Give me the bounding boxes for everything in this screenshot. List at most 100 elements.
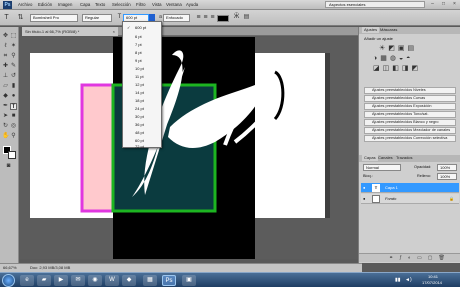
move-tool-icon[interactable]: ✥ bbox=[2, 33, 9, 40]
3d-camera-icon[interactable]: ◎ bbox=[10, 123, 17, 130]
pen-tool-icon[interactable]: ✒ bbox=[2, 103, 9, 110]
opacity-field[interactable]: 100% bbox=[437, 164, 457, 171]
preset-exposicion[interactable]: Ajustes preestablecidos Exposición bbox=[364, 103, 456, 110]
menu-edicion[interactable]: Edición bbox=[38, 2, 52, 7]
tray-network-icon[interactable]: ▮▮ bbox=[395, 277, 401, 283]
tray-volume-icon[interactable]: ◄) bbox=[405, 277, 412, 283]
menu-ventana[interactable]: Ventana bbox=[166, 2, 182, 7]
font-family-select[interactable]: Bombshell Pro bbox=[30, 14, 78, 22]
quick-mask-icon[interactable]: ◙ bbox=[5, 163, 12, 170]
3d-rotate-icon[interactable]: ↻ bbox=[2, 123, 9, 130]
adjustments-tab-bar: Ajustes Máscaras bbox=[359, 27, 460, 34]
canvas-area[interactable] bbox=[20, 37, 360, 265]
zoom-level[interactable]: 66,67% bbox=[3, 264, 17, 272]
menu-archivo[interactable]: Archivo bbox=[18, 2, 32, 7]
fill-field[interactable]: 100% bbox=[437, 173, 457, 180]
brush-tool-icon[interactable]: ✎ bbox=[10, 63, 17, 70]
lasso-tool-icon[interactable]: ℓ bbox=[2, 43, 9, 50]
workspace-switcher[interactable]: Aspectos esenciales bbox=[325, 1, 425, 8]
path-selection-icon[interactable]: ➤ bbox=[2, 113, 9, 120]
visibility-eye-icon[interactable]: ● bbox=[363, 183, 365, 193]
text-orientation-icon[interactable]: ⇅ bbox=[17, 14, 24, 21]
zoom-tool-icon[interactable]: ⚲ bbox=[10, 133, 17, 140]
clone-stamp-icon[interactable]: ⊥ bbox=[2, 73, 9, 80]
adjustment-icons-row-1[interactable]: ☀◩▣▤ bbox=[379, 44, 439, 52]
canvas[interactable] bbox=[20, 37, 360, 265]
dropdown-item[interactable]: 72 pt bbox=[123, 142, 161, 149]
crop-tool-icon[interactable]: ⌗ bbox=[2, 53, 9, 60]
gradient-tool-icon[interactable]: ▮ bbox=[10, 83, 17, 90]
tab-trazados[interactable]: Trazados bbox=[396, 155, 413, 161]
layer-row[interactable]: ● Fondo 🔒 bbox=[361, 194, 459, 204]
visibility-eye-icon[interactable]: ● bbox=[363, 194, 365, 204]
preset-mezclador[interactable]: Ajustes preestablecidos Mezclador de can… bbox=[364, 127, 456, 134]
font-style-select[interactable]: Regular bbox=[82, 14, 112, 22]
type-tool-icon[interactable]: T bbox=[3, 14, 10, 21]
app-icon[interactable]: ▣ bbox=[182, 275, 196, 286]
align-right-icon[interactable]: ≡ bbox=[209, 14, 216, 21]
document-tab[interactable]: Sin título-1 al 66,7% (RGB/8) * × bbox=[22, 27, 118, 36]
word-icon[interactable]: W bbox=[105, 275, 119, 286]
blend-mode-select[interactable]: Normal bbox=[363, 164, 401, 171]
menu-seleccion[interactable]: Selección bbox=[112, 2, 131, 7]
character-panel-icon[interactable]: ▤ bbox=[243, 14, 250, 21]
menu-vista[interactable]: Vista bbox=[152, 2, 161, 7]
type-tool-active-icon[interactable]: T bbox=[10, 103, 17, 110]
file-explorer-icon[interactable]: ▰ bbox=[37, 275, 51, 286]
adjustment-icons-row-2[interactable]: ◑▦◍◒◓ bbox=[373, 54, 448, 62]
preset-niveles[interactable]: Ajustes preestablecidos Niveles bbox=[364, 87, 456, 94]
start-button-icon[interactable] bbox=[2, 274, 15, 287]
layers-footer-icons[interactable]: ⚭ƒ◐▭▢🗑 bbox=[359, 253, 460, 262]
tab-mascaras[interactable]: Máscaras bbox=[380, 27, 397, 33]
magic-wand-icon[interactable]: ✶ bbox=[10, 43, 17, 50]
maximize-icon[interactable]: □ bbox=[438, 0, 449, 8]
preset-curvas[interactable]: Ajustes preestablecidos Curvas bbox=[364, 95, 456, 102]
close-tab-icon[interactable]: × bbox=[113, 27, 115, 36]
clock-time[interactable]: 10:41 bbox=[428, 274, 438, 279]
eraser-tool-icon[interactable]: ▱ bbox=[2, 83, 9, 90]
blur-tool-icon[interactable]: ◆ bbox=[2, 93, 9, 100]
preset-tono-sat[interactable]: Ajustes preestablecidos Tono/sat. bbox=[364, 111, 456, 118]
font-size-dropdown[interactable]: ✓ 600 pt 6 pt 7 pt 8 pt 9 pt 10 pt 11 pt … bbox=[122, 21, 162, 149]
photoshop-taskbar-icon[interactable]: Ps bbox=[162, 275, 176, 286]
layer-name: Fondo bbox=[385, 196, 397, 201]
text-color-swatch[interactable] bbox=[217, 15, 229, 22]
menu-filtro[interactable]: Filtro bbox=[136, 2, 146, 7]
align-left-icon[interactable]: ≡ bbox=[195, 14, 202, 21]
preset-blanco-negro[interactable]: Ajustes preestablecidos Blanco y negro bbox=[364, 119, 456, 126]
antialias-select[interactable]: Enfocado bbox=[163, 14, 190, 22]
minimize-icon[interactable]: – bbox=[427, 0, 438, 8]
app-icon[interactable]: ◆ bbox=[122, 275, 136, 286]
adjustments-subtitle: Añadir un ajuste bbox=[364, 36, 393, 41]
shape-tool-icon[interactable]: ■ bbox=[10, 113, 17, 120]
menu-ayuda[interactable]: Ayuda bbox=[186, 2, 198, 7]
tab-ajustes[interactable]: Ajustes bbox=[362, 27, 380, 33]
preset-correccion[interactable]: Ajustes preestablecidos Corrección selec… bbox=[364, 135, 456, 142]
lock-icon: 🔒 bbox=[449, 196, 454, 201]
menu-capa[interactable]: Capa bbox=[80, 2, 90, 7]
tab-capas[interactable]: Capas bbox=[362, 155, 378, 161]
history-brush-icon[interactable]: ↺ bbox=[10, 73, 17, 80]
dodge-tool-icon[interactable]: ● bbox=[10, 93, 17, 100]
eyedropper-icon[interactable]: ⚲ bbox=[10, 53, 17, 60]
warp-text-icon[interactable]: Ӂ bbox=[233, 14, 240, 21]
menu-texto[interactable]: Texto bbox=[95, 2, 105, 7]
app-icon[interactable]: ▦ bbox=[143, 275, 157, 286]
tab-canales[interactable]: Canales bbox=[378, 155, 393, 161]
layer-row-selected[interactable]: ● T Capa 1 bbox=[361, 183, 459, 193]
clock-date[interactable]: 17/07/2014 bbox=[422, 280, 442, 285]
marquee-tool-icon[interactable]: ⬚ bbox=[10, 33, 17, 40]
align-center-icon[interactable]: ≡ bbox=[202, 14, 209, 21]
healing-brush-icon[interactable]: ✚ bbox=[2, 63, 9, 70]
chrome-icon[interactable]: ◉ bbox=[88, 275, 102, 286]
internet-explorer-icon[interactable]: e bbox=[20, 275, 34, 286]
background-color-swatch[interactable] bbox=[8, 151, 16, 159]
hand-tool-icon[interactable]: ✋ bbox=[2, 133, 9, 140]
media-player-icon[interactable]: ▶ bbox=[54, 275, 68, 286]
menu-imagen[interactable]: Imagen bbox=[58, 2, 72, 7]
close-icon[interactable]: × bbox=[449, 0, 460, 8]
dropdown-item-selected[interactable]: ✓ 600 pt bbox=[123, 23, 161, 32]
adjustment-icons-row-3[interactable]: ◪◫◧◨◩ bbox=[373, 64, 448, 72]
layers-tab-bar: Capas Canales Trazados bbox=[359, 155, 460, 162]
app-icon[interactable]: ✉ bbox=[71, 275, 85, 286]
